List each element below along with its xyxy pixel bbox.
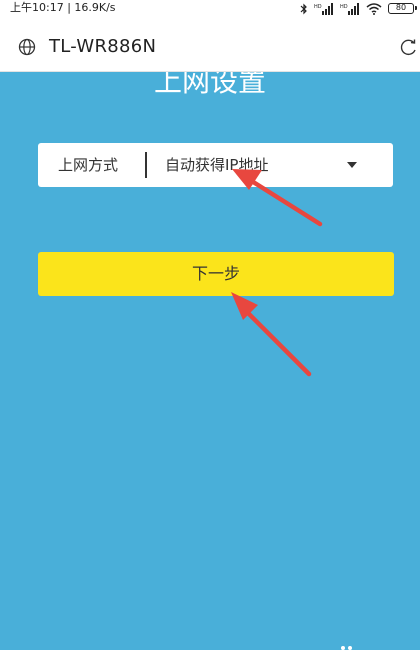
more-icon <box>341 646 352 650</box>
signal-icon: HD <box>340 2 359 15</box>
connection-type-select[interactable]: 上网方式 自动获得IP地址 <box>38 143 393 187</box>
status-bar: 上午10:17 | 16.9K/s HD HD 80 <box>0 0 420 18</box>
globe-icon <box>18 38 36 56</box>
connection-type-value[interactable]: 自动获得IP地址 <box>165 154 268 176</box>
wifi-icon <box>366 2 382 15</box>
annotation-arrow-button <box>231 292 312 377</box>
status-time: 上午10:17 | 16.9K/s <box>10 1 116 14</box>
next-button[interactable]: 下一步 <box>38 252 394 296</box>
signal-2-label: HD <box>340 4 348 10</box>
status-icons: HD HD 80 <box>300 2 417 15</box>
signal-1-label: HD <box>314 4 322 10</box>
router-setup-page: 上午10:17 | 16.9K/s HD HD 80 TL-WR886N 上网设… <box>0 0 420 650</box>
site-title[interactable]: TL-WR886N <box>49 35 156 59</box>
browser-address-bar: TL-WR886N <box>0 18 420 72</box>
next-button-label: 下一步 <box>191 264 240 283</box>
chevron-down-icon[interactable] <box>347 162 357 168</box>
battery-icon: 80 <box>388 3 417 14</box>
connection-type-label: 上网方式 <box>58 156 119 174</box>
bluetooth-icon <box>300 3 307 14</box>
signal-icon: HD <box>314 2 333 15</box>
refresh-icon[interactable] <box>398 39 420 57</box>
divider <box>145 152 147 178</box>
